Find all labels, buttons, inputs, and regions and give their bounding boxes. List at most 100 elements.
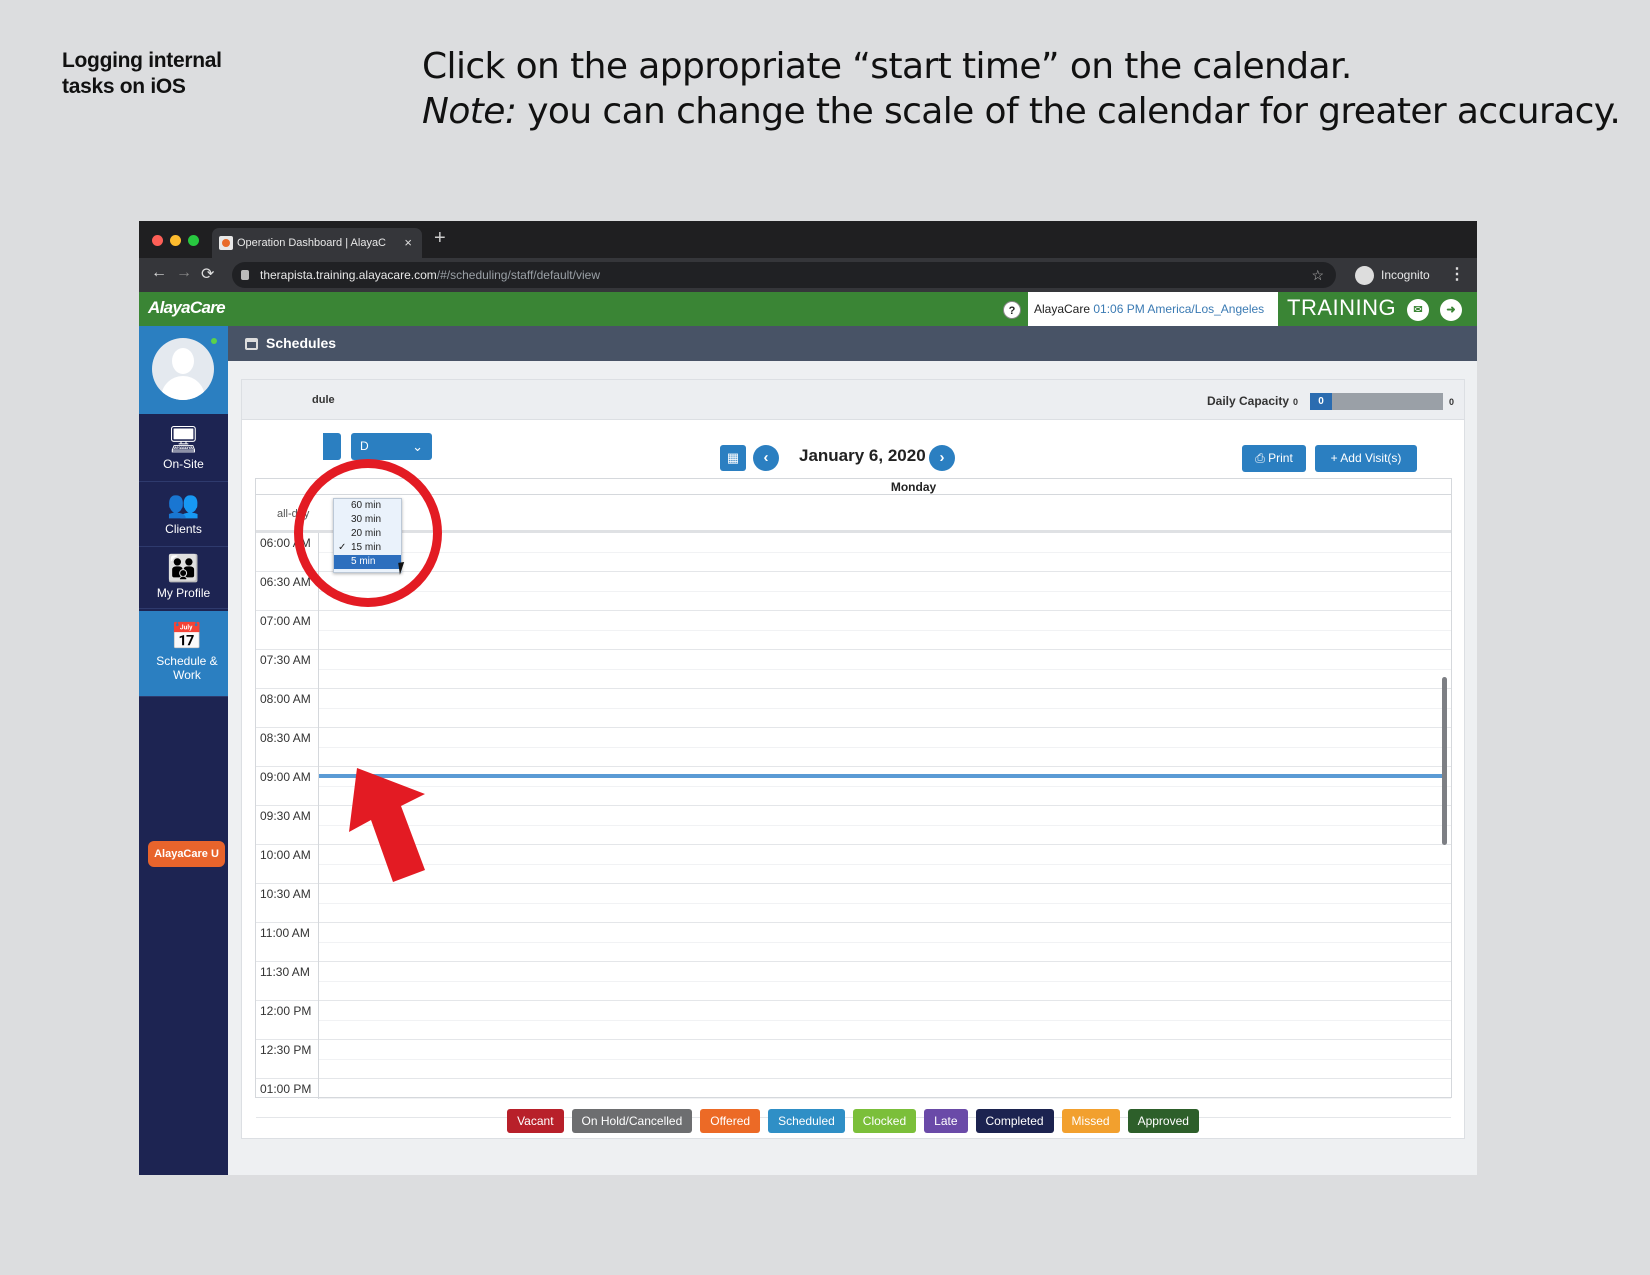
help-icon[interactable]: ?: [1003, 301, 1021, 319]
view-dropdown-value: D: [360, 439, 369, 453]
quarter-hour-line: [318, 864, 1451, 865]
legend-chip: Late: [924, 1109, 968, 1133]
quarter-hour-line: [318, 708, 1451, 709]
quarter-hour-line: [318, 786, 1451, 787]
time-slot-row[interactable]: 12:30 PM: [256, 1040, 1451, 1079]
time-slot-label: 08:30 AM: [260, 731, 311, 745]
capacity-bar: 0: [1310, 393, 1443, 410]
quarter-hour-line: [318, 1020, 1451, 1021]
url-path: /#/scheduling/staff/default/view: [436, 268, 600, 282]
back-icon[interactable]: ←: [151, 264, 167, 282]
tab-close-icon[interactable]: ×: [404, 228, 412, 258]
time-column-divider: [318, 533, 319, 1099]
scrollbar[interactable]: [1442, 677, 1447, 845]
time-slot-label: 06:30 AM: [260, 575, 311, 589]
quarter-hour-line: [318, 903, 1451, 904]
time-slot-label: 07:30 AM: [260, 653, 311, 667]
red-arrow-icon: [349, 768, 425, 882]
legend-chip: Clocked: [852, 1109, 917, 1133]
sidebar-item-label: Schedule & Work: [156, 654, 218, 682]
quarter-hour-line: [318, 825, 1451, 826]
alayacare-u-button[interactable]: AlayaCare U: [148, 841, 225, 867]
lock-icon: [241, 270, 249, 280]
time-slot-label: 10:00 AM: [260, 848, 311, 862]
status-legend: Vacant On Hold/Cancelled Offered Scheduled C…: [242, 1109, 1464, 1133]
sidebar-item-my-profile[interactable]: 👪 My Profile: [139, 548, 228, 609]
time-slot-label: 11:00 AM: [260, 926, 310, 940]
time-slot-row[interactable]: 09:30 AM: [256, 806, 1451, 845]
url-host: therapista.training.alayacare.com: [260, 268, 437, 282]
online-status-icon: [211, 338, 217, 344]
time-slot-row[interactable]: 08:30 AM: [256, 728, 1451, 767]
calendar-grid: Monday all-day 06:00 AM 06:30 AM 07:00 AM 0…: [255, 478, 1452, 1118]
browser-menu-icon[interactable]: ⋮: [1449, 264, 1465, 284]
calendar-icon: 📅: [170, 621, 204, 651]
time-slot-row[interactable]: 09:00 AM: [256, 767, 1451, 806]
minimize-window-icon[interactable]: [170, 235, 181, 246]
quarter-hour-line: [318, 1059, 1451, 1060]
next-day-icon[interactable]: ›: [929, 445, 955, 471]
alayacare-logo[interactable]: AlayaCare: [148, 298, 226, 318]
browser-window: Operation Dashboard | AlayaC × + ← → ⟳ t…: [139, 221, 1477, 1175]
user-info: AlayaCare 01:06 PM America/Los_Angeles: [1028, 292, 1278, 326]
time-slot-row[interactable]: 12:00 PM: [256, 1001, 1451, 1040]
mail-icon[interactable]: ✉: [1407, 299, 1429, 321]
maximize-window-icon[interactable]: [188, 235, 199, 246]
reload-icon[interactable]: ⟳: [201, 264, 214, 284]
slide-title-line1: Logging internal: [62, 49, 222, 72]
time-slot-row[interactable]: 08:00 AM: [256, 689, 1451, 728]
sidebar-item-label: Clients: [165, 522, 202, 536]
panel-title: dule: [312, 394, 335, 406]
bookmark-star-icon[interactable]: ☆: [1311, 262, 1324, 288]
main-content: Schedules dule Daily Capacity 0 0 0 D ⌄ …: [228, 326, 1477, 1175]
print-button[interactable]: ⎙ Print: [1242, 445, 1306, 472]
slide-title: Logging internal tasks on iOS: [62, 48, 222, 100]
view-dropdown[interactable]: D ⌄: [351, 433, 432, 460]
daily-capacity-label: Daily Capacity: [1207, 394, 1290, 408]
add-visit-button[interactable]: + Add Visit(s): [1315, 445, 1417, 472]
incognito-indicator[interactable]: Incognito: [1355, 266, 1430, 285]
time-slot-row[interactable]: 07:00 AM: [256, 611, 1451, 650]
browser-tab[interactable]: Operation Dashboard | AlayaC ×: [212, 228, 422, 258]
sidebar-item-onsite[interactable]: 🖥 On-Site: [139, 418, 228, 482]
sidebar: 🖥 On-Site 👥 Clients 👪 My Profile 📅 Sched…: [139, 326, 235, 1175]
time-slot-row[interactable]: 10:30 AM: [256, 884, 1451, 923]
avatar[interactable]: [152, 338, 214, 400]
forward-icon[interactable]: →: [176, 264, 192, 282]
chevron-down-icon: ⌄: [412, 439, 423, 454]
time-slot-row[interactable]: 11:30 AM: [256, 962, 1451, 1001]
logout-icon[interactable]: ➜: [1440, 299, 1462, 321]
quarter-hour-line: [318, 1098, 1451, 1099]
date-picker-icon[interactable]: ▦: [720, 445, 746, 471]
slide-title-line2: tasks on iOS: [62, 75, 186, 98]
scale-dropdown-button[interactable]: [323, 433, 341, 460]
previous-day-icon[interactable]: ‹: [753, 445, 779, 471]
team-icon: 👪: [167, 553, 200, 583]
time-slot-row[interactable]: 11:00 AM: [256, 923, 1451, 962]
time-slot-row[interactable]: 10:00 AM: [256, 845, 1451, 884]
sidebar-item-schedule-work[interactable]: 📅 Schedule & Work: [139, 611, 235, 697]
quarter-hour-line: [318, 981, 1451, 982]
time-slot-row[interactable]: 06:30 AM: [256, 572, 1451, 611]
print-label: Print: [1268, 451, 1293, 465]
tab-bar: Operation Dashboard | AlayaC × +: [139, 221, 1477, 258]
profile-area[interactable]: [139, 326, 228, 414]
url-field[interactable]: therapista.training.alayacare.com/#/sche…: [232, 262, 1336, 288]
instruction-text: Click on the appropriate “start time” on…: [422, 44, 1621, 134]
sidebar-item-label: On-Site: [163, 457, 204, 471]
legend-chip: Scheduled: [768, 1109, 845, 1133]
current-date: January 6, 2020: [799, 446, 926, 465]
day-header: Monday: [256, 479, 1451, 495]
note-line: Note: you can change the scale of the ca…: [422, 89, 1621, 134]
new-tab-button[interactable]: +: [434, 227, 446, 250]
time-slot-label: 09:30 AM: [260, 809, 311, 823]
legend-chip: Completed: [975, 1109, 1054, 1133]
time-slot-row[interactable]: 07:30 AM: [256, 650, 1451, 689]
current-time: 01:06 PM: [1093, 302, 1145, 316]
quarter-hour-line: [318, 942, 1451, 943]
print-icon: ⎙: [1255, 451, 1269, 465]
sidebar-item-clients[interactable]: 👥 Clients: [139, 483, 228, 547]
app-header: AlayaCare ? AlayaCare 01:06 PM America/L…: [139, 292, 1477, 326]
quarter-hour-line: [318, 747, 1451, 748]
close-window-icon[interactable]: [152, 235, 163, 246]
